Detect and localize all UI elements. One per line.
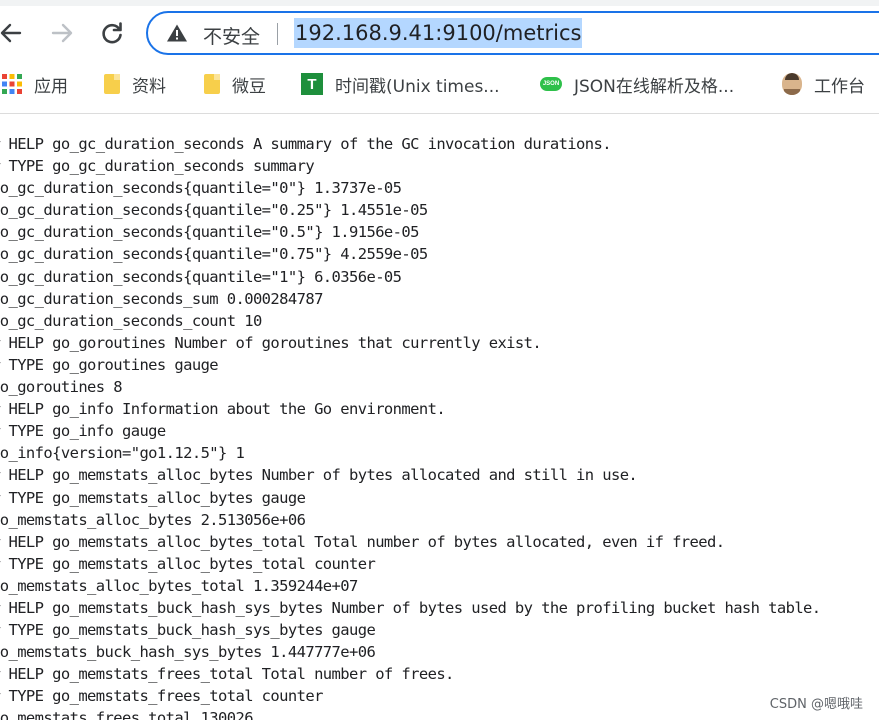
bookmark-label: 微豆 [232,76,266,97]
metric-line: # TYPE go_gc_duration_seconds summary [0,157,315,176]
reload-button[interactable] [95,16,129,50]
metric-line: # TYPE go_memstats_alloc_bytes_total cou… [0,554,376,573]
bookmark-timestamp[interactable]: T 时间戳(Unix times... [301,66,500,102]
bookmark-label: 应用 [34,76,68,97]
metric-line: go_gc_duration_seconds{quantile="1"} 6.0… [0,267,402,286]
back-button[interactable] [0,16,28,50]
metric-line: # HELP go_memstats_frees_total Total num… [0,665,454,684]
metric-line: # HELP go_gc_duration_seconds A summary … [0,135,612,153]
avatar-icon [782,73,802,95]
metric-line: # TYPE go_info gauge [0,422,166,441]
metric-line: # TYPE go_memstats_buck_hash_sys_bytes g… [0,621,376,640]
metric-line: # HELP go_info Information about the Go … [0,400,446,419]
browser-chrome: 不安全 192.168.9.41:9100/metrics 应用 资料 微豆 T [0,0,879,114]
bookmark-label: 资料 [132,76,166,97]
metric-line: go_memstats_frees_total 130026 [0,709,254,720]
metric-line: # HELP go_memstats_alloc_bytes Number of… [0,466,638,485]
page-content: # HELP go_gc_duration_seconds A summary … [0,133,879,720]
reload-icon [102,22,122,44]
metric-line: go_goroutines 8 [0,378,123,397]
arrow-right-icon [51,23,73,43]
warning-triangle-icon[interactable] [166,23,188,43]
url-text[interactable]: 192.168.9.41:9100/metrics [294,18,583,48]
bookmark-apps[interactable]: 应用 [2,66,68,102]
metrics-text: # HELP go_gc_duration_seconds A summary … [0,133,821,720]
bookmark-label: JSON在线解析及格... [574,76,735,97]
bookmark-label: 时间戳(Unix times... [335,76,500,97]
bookmark-workbench[interactable]: 工作台 [782,66,865,102]
t-square-icon: T [301,73,323,95]
address-separator [277,23,278,45]
metric-line: go_gc_duration_seconds{quantile="0.5"} 1… [0,223,419,242]
bookmarks-bar: 应用 资料 微豆 T 时间戳(Unix times... JSON JSON在线… [0,66,879,102]
metric-line: go_gc_duration_seconds{quantile="0.75"} … [0,245,428,264]
metric-line: go_memstats_alloc_bytes 2.513056e+06 [0,510,306,529]
folder-icon [104,74,120,94]
watermark: CSDN @嗯哦哇 [767,693,865,712]
security-label[interactable]: 不安全 [203,22,260,49]
metric-line: # TYPE go_memstats_alloc_bytes gauge [0,488,306,507]
bookmark-label: 工作台 [814,76,865,97]
apps-grid-icon [2,74,22,94]
metric-line: go_gc_duration_seconds_count 10 [0,311,262,330]
metric-line: go_memstats_buck_hash_sys_bytes 1.447777… [0,643,376,662]
metric-line: # HELP go_memstats_alloc_bytes_total Tot… [0,532,725,551]
forward-button[interactable] [45,16,79,50]
bookmark-json[interactable]: JSON JSON在线解析及格... [540,66,734,102]
metric-line: # HELP go_memstats_buck_hash_sys_bytes N… [0,598,821,617]
metric-line: go_info{version="go1.12.5"} 1 [0,444,245,463]
json-icon: JSON [540,77,562,91]
metric-line: # TYPE go_memstats_frees_total counter [0,687,323,706]
bookmark-folder-weidou[interactable]: 微豆 [204,66,266,102]
metric-line: go_gc_duration_seconds_sum 0.000284787 [0,289,323,308]
folder-icon [204,74,220,94]
address-bar[interactable]: 不安全 192.168.9.41:9100/metrics [146,11,879,55]
metric-line: go_memstats_alloc_bytes_total 1.359244e+… [0,576,358,595]
metric-line: # TYPE go_goroutines gauge [0,355,219,374]
metric-line: # HELP go_goroutines Number of goroutine… [0,333,542,352]
arrow-left-icon [0,23,22,43]
metric-line: go_gc_duration_seconds{quantile="0.25"} … [0,201,428,220]
tab-strip-edge [0,0,879,6]
bookmark-folder-ziliao[interactable]: 资料 [104,66,166,102]
metric-line: go_gc_duration_seconds{quantile="0"} 1.3… [0,179,402,198]
